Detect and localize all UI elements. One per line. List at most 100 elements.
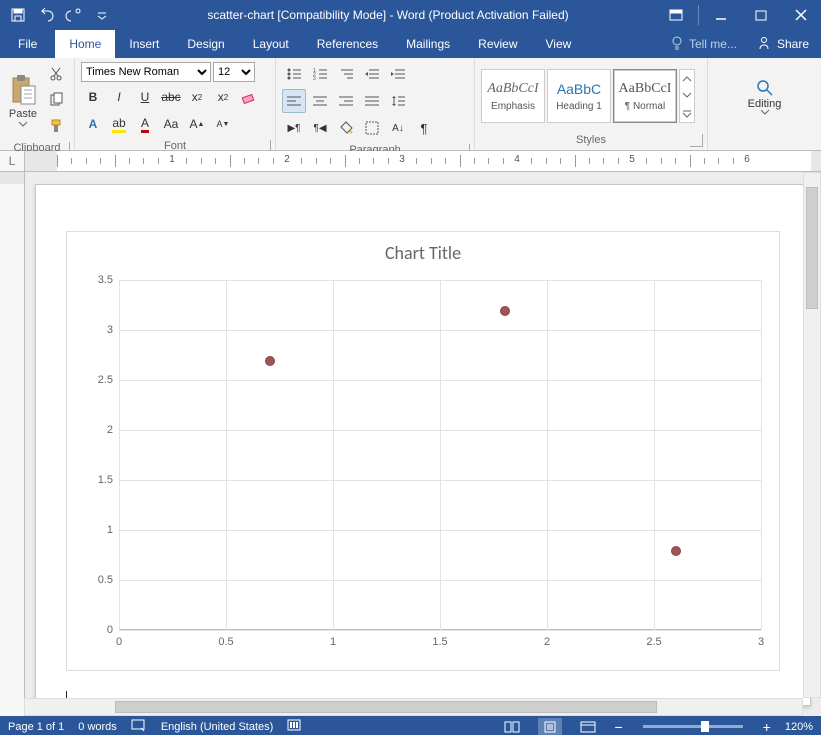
close-icon[interactable] [781, 0, 821, 30]
chart-object[interactable]: Chart Title 00.511.522.5300.511.522.533.… [66, 231, 780, 671]
group-styles: AaBbCcI Emphasis AaBbC Heading 1 AaBbCcI… [475, 58, 708, 150]
bullets-button[interactable] [282, 62, 306, 86]
paste-button[interactable]: Paste [6, 74, 40, 127]
tab-design[interactable]: Design [173, 30, 238, 58]
strike-button[interactable]: abc [159, 85, 183, 109]
print-layout-icon[interactable] [538, 718, 562, 735]
increase-indent-button[interactable] [386, 62, 410, 86]
horizontal-ruler[interactable]: 123456 [25, 151, 821, 171]
font-name-select[interactable]: Times New Roman [81, 62, 211, 82]
undo-icon[interactable] [34, 3, 58, 27]
chevron-down-icon [761, 110, 769, 115]
eraser-icon [241, 90, 257, 104]
zoom-slider[interactable] [643, 725, 743, 728]
styles-dialog-launcher[interactable] [690, 134, 703, 147]
rtl-button[interactable]: ¶◀ [308, 116, 332, 140]
text-effects-button[interactable]: A [81, 112, 105, 136]
cut-button[interactable] [44, 62, 68, 86]
window-controls [656, 0, 821, 30]
style-preview: AaBbC [557, 81, 601, 101]
borders-button[interactable] [360, 116, 384, 140]
format-painter-button[interactable] [44, 114, 68, 138]
font-color-button[interactable]: A [133, 112, 157, 136]
grow-font-button[interactable]: A▲ [185, 112, 209, 136]
horizontal-scrollbar[interactable] [24, 698, 803, 716]
style-name: Emphasis [491, 101, 535, 112]
chart-point[interactable] [500, 306, 510, 316]
vertical-scrollbar[interactable] [803, 172, 821, 698]
share-button[interactable]: Share [745, 30, 821, 58]
shrink-font-button[interactable]: A▼ [211, 112, 235, 136]
tab-mailings[interactable]: Mailings [392, 30, 464, 58]
shading-button[interactable] [334, 116, 358, 140]
tab-view[interactable]: View [532, 30, 586, 58]
zoom-level[interactable]: 120% [785, 721, 813, 733]
minimize-icon[interactable] [701, 0, 741, 30]
ribbon-display-icon[interactable] [656, 0, 696, 30]
maximize-icon[interactable] [741, 0, 781, 30]
bold-button[interactable]: B [81, 85, 105, 109]
decrease-indent-button[interactable] [360, 62, 384, 86]
chart-point[interactable] [671, 546, 681, 556]
spellcheck-icon[interactable] [131, 718, 147, 735]
web-layout-icon[interactable] [576, 718, 600, 735]
italic-button[interactable]: I [107, 85, 131, 109]
qat-more-icon[interactable] [90, 3, 114, 27]
status-language[interactable]: English (United States) [161, 721, 274, 733]
bullets-icon [287, 68, 301, 80]
font-size-select[interactable]: 12 [213, 62, 255, 82]
styles-more[interactable] [679, 69, 695, 123]
zoom-in-button[interactable]: + [763, 719, 771, 735]
bucket-icon [339, 121, 353, 135]
window-title: scatter-chart [Compatibility Mode] - Wor… [120, 8, 656, 22]
macro-icon[interactable] [287, 719, 301, 734]
style-emphasis[interactable]: AaBbCcI Emphasis [481, 69, 545, 123]
subscript-button[interactable]: x2 [185, 85, 209, 109]
style-normal[interactable]: AaBbCcI ¶ Normal [613, 69, 677, 123]
line-spacing-button[interactable] [386, 89, 410, 113]
superscript-button[interactable]: x2 [211, 85, 235, 109]
style-heading1[interactable]: AaBbC Heading 1 [547, 69, 611, 123]
editing-button[interactable]: Editing [743, 78, 787, 115]
status-words[interactable]: 0 words [78, 721, 117, 733]
change-case-button[interactable]: Aa [159, 112, 183, 136]
highlight-button[interactable]: ab [107, 112, 131, 136]
align-left-button[interactable] [282, 89, 306, 113]
align-right-button[interactable] [334, 89, 358, 113]
tab-layout[interactable]: Layout [239, 30, 303, 58]
chart-plot-area: 00.511.522.5300.511.522.533.5 [119, 280, 761, 630]
vertical-ruler[interactable] [0, 172, 25, 716]
numbering-button[interactable]: 123 [308, 62, 332, 86]
group-styles-label: Styles [576, 134, 606, 146]
zoom-out-button[interactable]: − [614, 719, 622, 735]
tab-insert[interactable]: Insert [115, 30, 173, 58]
align-right-icon [339, 95, 353, 107]
tell-me[interactable]: Tell me... [663, 30, 745, 58]
multilevel-button[interactable] [334, 62, 358, 86]
save-icon[interactable] [6, 3, 30, 27]
chart-point[interactable] [265, 356, 275, 366]
quick-access-toolbar [0, 3, 120, 27]
spacing-icon [391, 95, 405, 107]
clear-format-button[interactable] [237, 85, 261, 109]
ltr-button[interactable]: ▶¶ [282, 116, 306, 140]
tab-review[interactable]: Review [464, 30, 531, 58]
status-page[interactable]: Page 1 of 1 [8, 721, 64, 733]
read-mode-icon[interactable] [500, 718, 524, 735]
show-marks-button[interactable]: ¶ [412, 116, 436, 140]
justify-button[interactable] [360, 89, 384, 113]
title-bar: scatter-chart [Compatibility Mode] - Wor… [0, 0, 821, 30]
borders-icon [365, 121, 379, 135]
copy-button[interactable] [44, 88, 68, 112]
paste-label: Paste [9, 108, 37, 120]
tab-file[interactable]: File [0, 30, 55, 58]
ribbon-tabs: File Home Insert Design Layout Reference… [0, 30, 821, 58]
underline-button[interactable]: U [133, 85, 157, 109]
document-scroll[interactable]: Chart Title 00.511.522.5300.511.522.533.… [25, 172, 821, 716]
copy-icon [49, 93, 63, 107]
align-center-button[interactable] [308, 89, 332, 113]
sort-button[interactable]: A↓ [386, 116, 410, 140]
redo-icon[interactable] [62, 3, 86, 27]
tab-home[interactable]: Home [55, 30, 115, 58]
tab-references[interactable]: References [303, 30, 392, 58]
